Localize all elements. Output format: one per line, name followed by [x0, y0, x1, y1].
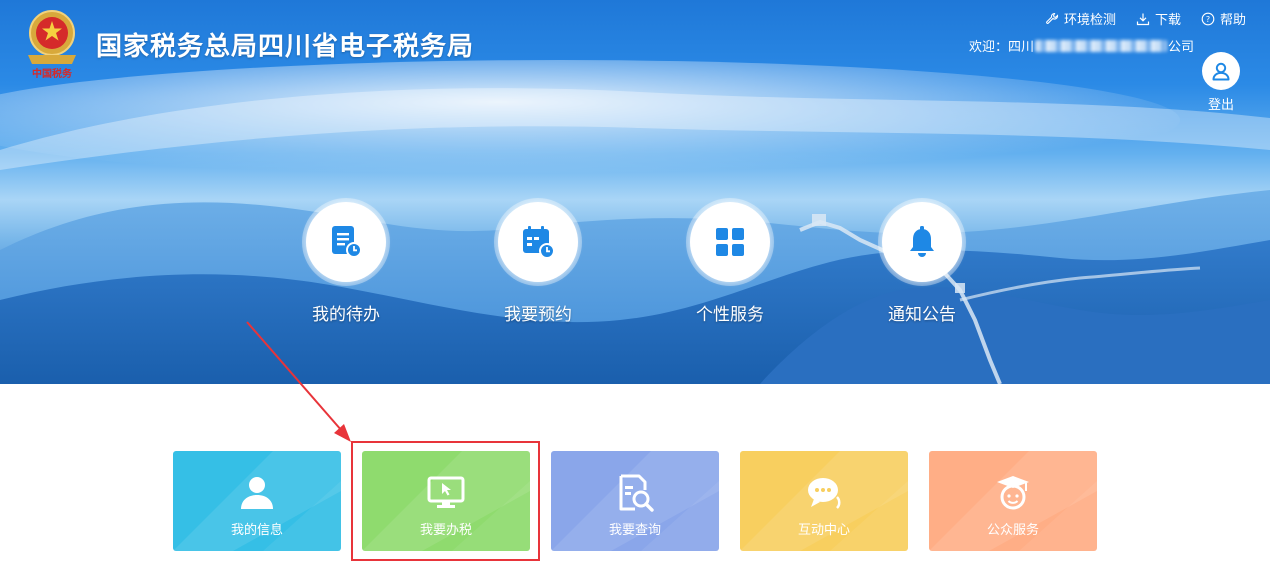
tile-label: 我的信息	[230, 523, 283, 538]
download-link[interactable]: 下载	[1136, 9, 1181, 28]
env-check-label: 环境检测	[1063, 13, 1116, 28]
env-check-link[interactable]: 环境检测	[1045, 9, 1116, 28]
tile-label: 公众服务	[986, 523, 1039, 538]
grid-icon	[716, 228, 744, 256]
monitor-icon	[424, 471, 468, 515]
logout-label: 登出	[1207, 98, 1234, 113]
page: 中国税务 国家税务总局四川省电子税务局 环境检测 下载 ? 帮助 欢迎：四川 公…	[0, 0, 1270, 582]
tile-my-info[interactable]: 我的信息	[173, 451, 341, 551]
tile-label: 我要查询	[608, 523, 661, 538]
quick-nav-notice[interactable]: 通知公告	[842, 198, 1002, 325]
svg-text:?: ?	[1206, 15, 1210, 24]
todo-list-icon	[332, 226, 362, 258]
quick-nav-ring	[878, 198, 966, 286]
quick-nav-label: 我的待办	[312, 305, 380, 325]
quick-nav-circle	[690, 202, 770, 282]
tile-query[interactable]: 我要查询	[551, 451, 719, 551]
tile-label: 互动中心	[797, 523, 850, 538]
user-icon	[235, 471, 279, 515]
download-label: 下载	[1154, 13, 1181, 28]
quick-nav-personal-service[interactable]: 个性服务	[650, 198, 810, 325]
quick-nav-label: 个性服务	[696, 305, 764, 325]
quick-nav-circle	[498, 202, 578, 282]
quick-nav-label: 我要预约	[504, 305, 572, 325]
tile-label: 我要办税	[419, 523, 472, 538]
help-link[interactable]: ? 帮助	[1201, 9, 1246, 28]
tile-do-tax[interactable]: 我要办税	[362, 451, 530, 551]
search-document-icon	[613, 471, 657, 515]
tile-public-service[interactable]: 公众服务	[929, 451, 1097, 551]
tax-emblem-logo[interactable]: 中国税务	[22, 8, 82, 80]
welcome-prefix: 欢迎：四川	[968, 40, 1034, 55]
chat-icon	[802, 471, 846, 515]
bell-icon	[910, 226, 934, 257]
wrench-icon	[1046, 12, 1059, 24]
help-label: 帮助	[1219, 13, 1246, 28]
quick-nav-label: 通知公告	[888, 305, 956, 325]
top-links: 环境检测 下载 ? 帮助	[1045, 9, 1246, 28]
graduate-icon	[991, 471, 1035, 515]
help-icon: ?	[1201, 12, 1215, 25]
logout-button[interactable]: 登出	[1201, 52, 1241, 113]
quick-nav-ring	[302, 198, 390, 286]
quick-nav-ring	[494, 198, 582, 286]
logo-caption: 中国税务	[32, 69, 72, 80]
tile-interaction-center[interactable]: 互动中心	[740, 451, 908, 551]
quick-nav-appointment[interactable]: 我要预约	[458, 198, 618, 325]
header-banner: 中国税务 国家税务总局四川省电子税务局 环境检测 下载 ? 帮助 欢迎：四川 公…	[0, 0, 1270, 384]
redacted-company-name	[1034, 39, 1167, 52]
logout-avatar	[1202, 52, 1240, 90]
quick-nav-ring	[686, 198, 774, 286]
welcome-suffix: 公司	[1167, 40, 1194, 55]
quick-nav-circle	[882, 202, 962, 282]
site-title: 国家税务总局四川省电子税务局	[96, 32, 475, 62]
download-icon	[1136, 13, 1150, 25]
welcome-text: 欢迎：四川 公司	[969, 36, 1194, 55]
quick-nav-circle	[306, 202, 386, 282]
calendar-icon	[523, 226, 555, 259]
user-outline-icon	[1212, 62, 1230, 81]
quick-nav-todo[interactable]: 我的待办	[266, 198, 426, 325]
